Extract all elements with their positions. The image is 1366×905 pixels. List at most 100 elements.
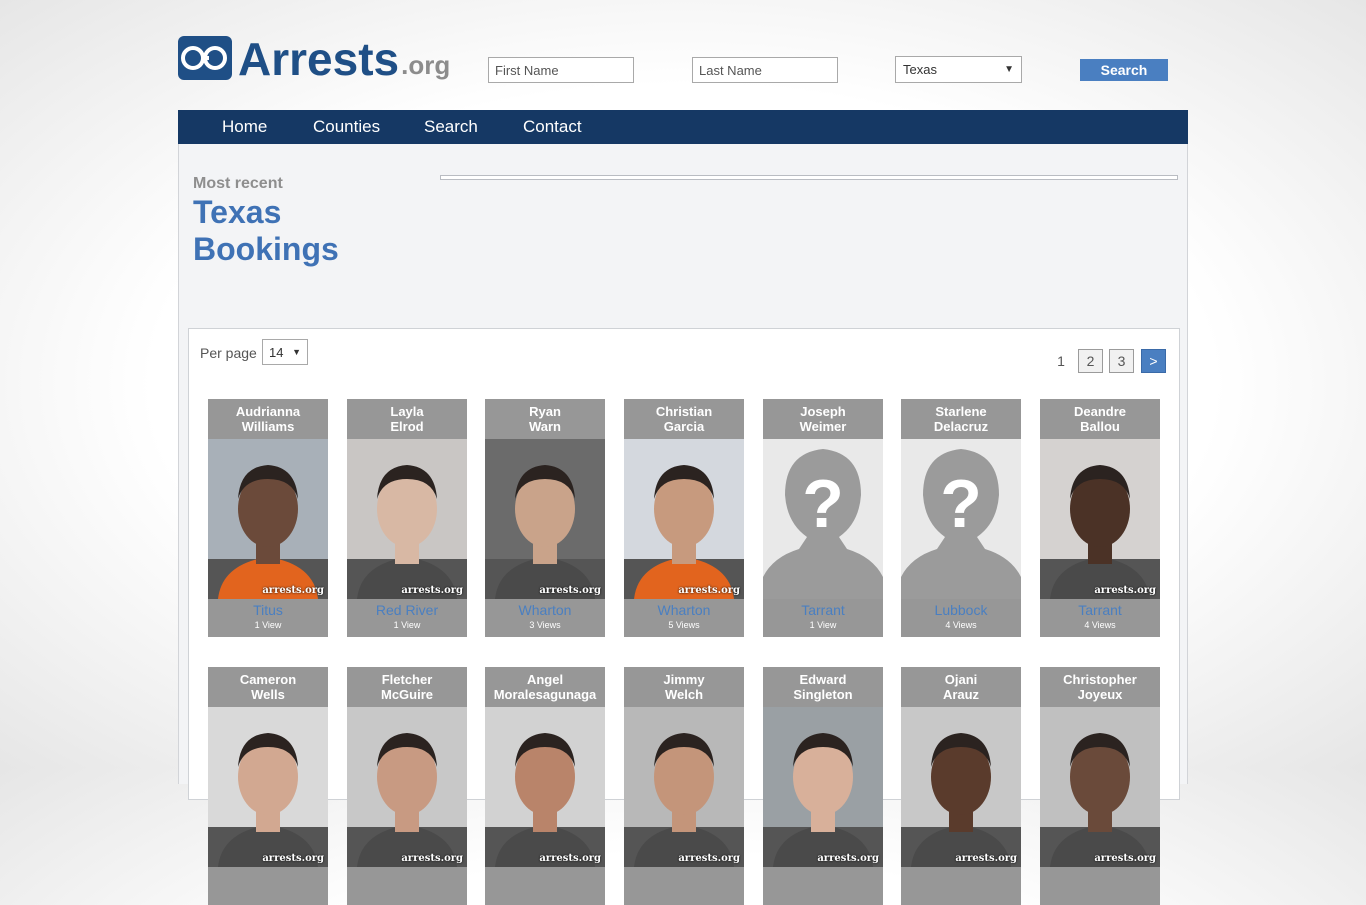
svg-text:?: ?: [802, 466, 844, 542]
search-button[interactable]: Search: [1080, 59, 1168, 81]
nav-search[interactable]: Search: [424, 110, 478, 144]
booking-name[interactable]: Ryan Warn: [485, 399, 605, 439]
photo-watermark: arrests.org: [262, 585, 324, 596]
mugshot-photo[interactable]: arrests.org: [485, 439, 605, 599]
booking-county-link[interactable]: Red River: [347, 601, 467, 619]
booking-card[interactable]: Christian Garcia arrests.org Wharton 5 Views: [624, 399, 744, 637]
booking-last-name: Singleton: [793, 687, 853, 702]
booking-card[interactable]: Fletcher McGuire arrests.org: [347, 667, 467, 905]
nav-counties[interactable]: Counties: [313, 110, 380, 144]
booking-county-link[interactable]: Lubbock: [901, 601, 1021, 619]
booking-last-name: Warn: [528, 419, 562, 434]
booking-name[interactable]: Cameron Wells: [208, 667, 328, 707]
booking-name[interactable]: Christopher Joyeux: [1040, 667, 1160, 707]
last-name-input[interactable]: [692, 57, 838, 83]
mugshot-photo[interactable]: arrests.org: [624, 707, 744, 867]
main-nav: Home Counties Search Contact: [178, 110, 1188, 144]
booking-card[interactable]: Joseph Weimer? Tarrant 1 View: [763, 399, 883, 637]
booking-card[interactable]: Audrianna Williams arrests.org Titus 1 View: [208, 399, 328, 637]
mugshot-photo[interactable]: arrests.org: [1040, 439, 1160, 599]
mugshot-silhouette: [347, 733, 467, 867]
booking-name[interactable]: Joseph Weimer: [763, 399, 883, 439]
booking-county-link[interactable]: Tarrant: [1040, 601, 1160, 619]
booking-first-name: Deandre: [1073, 404, 1127, 419]
main-content: Most recent Texas Bookings Per page 14 ▼…: [178, 144, 1188, 905]
booking-card[interactable]: Cameron Wells arrests.org: [208, 667, 328, 905]
booking-last-name: Elrod: [390, 419, 424, 434]
site-logo[interactable]: Arrests .org: [178, 33, 450, 85]
booking-name[interactable]: Angel Moralesagunaga: [485, 667, 605, 707]
booking-card[interactable]: Jimmy Welch arrests.org: [624, 667, 744, 905]
mugshot-silhouette: [624, 733, 744, 867]
photo-watermark: arrests.org: [1094, 585, 1156, 596]
booking-first-name: Christian: [655, 404, 713, 419]
nav-home[interactable]: Home: [222, 110, 267, 144]
booking-county-link[interactable]: Titus: [208, 601, 328, 619]
photo-watermark: arrests.org: [262, 853, 324, 864]
booking-card[interactable]: Christopher Joyeux arrests.org: [1040, 667, 1160, 905]
mugshot-silhouette: [901, 733, 1021, 867]
mugshot-photo[interactable]: arrests.org: [1040, 707, 1160, 867]
photo-watermark: arrests.org: [401, 853, 463, 864]
booking-name[interactable]: Fletcher McGuire: [347, 667, 467, 707]
booking-last-name: Weimer: [799, 419, 847, 434]
mugshot-photo[interactable]: arrests.org: [624, 439, 744, 599]
booking-views: 1 View: [809, 620, 837, 630]
mugshot-photo[interactable]: arrests.org: [347, 439, 467, 599]
booking-county-link[interactable]: Wharton: [485, 601, 605, 619]
mugshot-photo[interactable]: arrests.org: [485, 707, 605, 867]
booking-card[interactable]: Ojani Arauz arrests.org: [901, 667, 1021, 905]
state-select-value: Texas: [903, 62, 937, 77]
booking-card[interactable]: Angel Moralesagunaga arrests.org: [485, 667, 605, 905]
booking-name[interactable]: Jimmy Welch: [624, 667, 744, 707]
booking-card[interactable]: Ryan Warn arrests.org Wharton 3 Views: [485, 399, 605, 637]
next-page-button[interactable]: >: [1141, 349, 1166, 373]
no-photo-placeholder[interactable]: ?: [763, 439, 883, 599]
booking-name[interactable]: Deandre Ballou: [1040, 399, 1160, 439]
page-3-link[interactable]: 3: [1109, 349, 1134, 373]
first-name-input[interactable]: [488, 57, 634, 83]
photo-watermark: arrests.org: [678, 853, 740, 864]
booking-views: 3 Views: [529, 620, 561, 630]
booking-first-name: Edward: [799, 672, 847, 687]
photo-watermark: arrests.org: [401, 585, 463, 596]
chevron-down-icon: ▼: [292, 347, 301, 357]
bookings-panel: Per page 14 ▼ 1 2 3 > Audrianna Williams a…: [188, 328, 1180, 905]
mugshot-photo[interactable]: arrests.org: [347, 707, 467, 867]
booking-county-link[interactable]: Tarrant: [763, 601, 883, 619]
booking-card[interactable]: Edward Singleton arrests.org: [763, 667, 883, 905]
unknown-person-icon: ?: [901, 449, 1021, 599]
booking-name[interactable]: Edward Singleton: [763, 667, 883, 707]
booking-views: 4 Views: [1084, 620, 1116, 630]
booking-last-name: Arauz: [942, 687, 980, 702]
mugshot-silhouette: [763, 733, 883, 867]
mugshot-photo[interactable]: arrests.org: [763, 707, 883, 867]
booking-name[interactable]: Christian Garcia: [624, 399, 744, 439]
state-select[interactable]: Texas ▼: [895, 56, 1022, 83]
booking-card[interactable]: Starlene Delacruz? Lubbock 4 Views: [901, 399, 1021, 637]
page-title-line1: Texas: [193, 194, 282, 230]
logo-wordmark: Arrests: [238, 33, 400, 85]
booking-county-link[interactable]: Wharton: [624, 601, 744, 619]
booking-name[interactable]: Audrianna Williams: [208, 399, 328, 439]
per-page-select[interactable]: 14 ▼: [262, 339, 308, 365]
booking-card[interactable]: Layla Elrod arrests.org Red River 1 View: [347, 399, 467, 637]
mugshot-silhouette: [1040, 465, 1160, 599]
mugshot-photo[interactable]: arrests.org: [208, 707, 328, 867]
mugshot-photo[interactable]: arrests.org: [208, 439, 328, 599]
booking-name[interactable]: Ojani Arauz: [901, 667, 1021, 707]
nav-contact[interactable]: Contact: [523, 110, 582, 144]
no-photo-placeholder[interactable]: ?: [901, 439, 1021, 599]
booking-name[interactable]: Starlene Delacruz: [901, 399, 1021, 439]
chevron-down-icon: ▼: [1004, 64, 1014, 75]
booking-card[interactable]: Deandre Ballou arrests.org Tarrant 4 Views: [1040, 399, 1160, 637]
mugshot-photo[interactable]: arrests.org: [901, 707, 1021, 867]
booking-last-name: Wells: [251, 687, 285, 702]
page-subtitle: Most recent: [193, 175, 283, 192]
booking-views: 1 View: [254, 620, 282, 630]
mugshot-silhouette: [208, 733, 328, 867]
booking-last-name: McGuire: [380, 687, 433, 702]
page-2-link[interactable]: 2: [1078, 349, 1103, 373]
booking-name[interactable]: Layla Elrod: [347, 399, 467, 439]
booking-last-name: Ballou: [1080, 419, 1120, 434]
